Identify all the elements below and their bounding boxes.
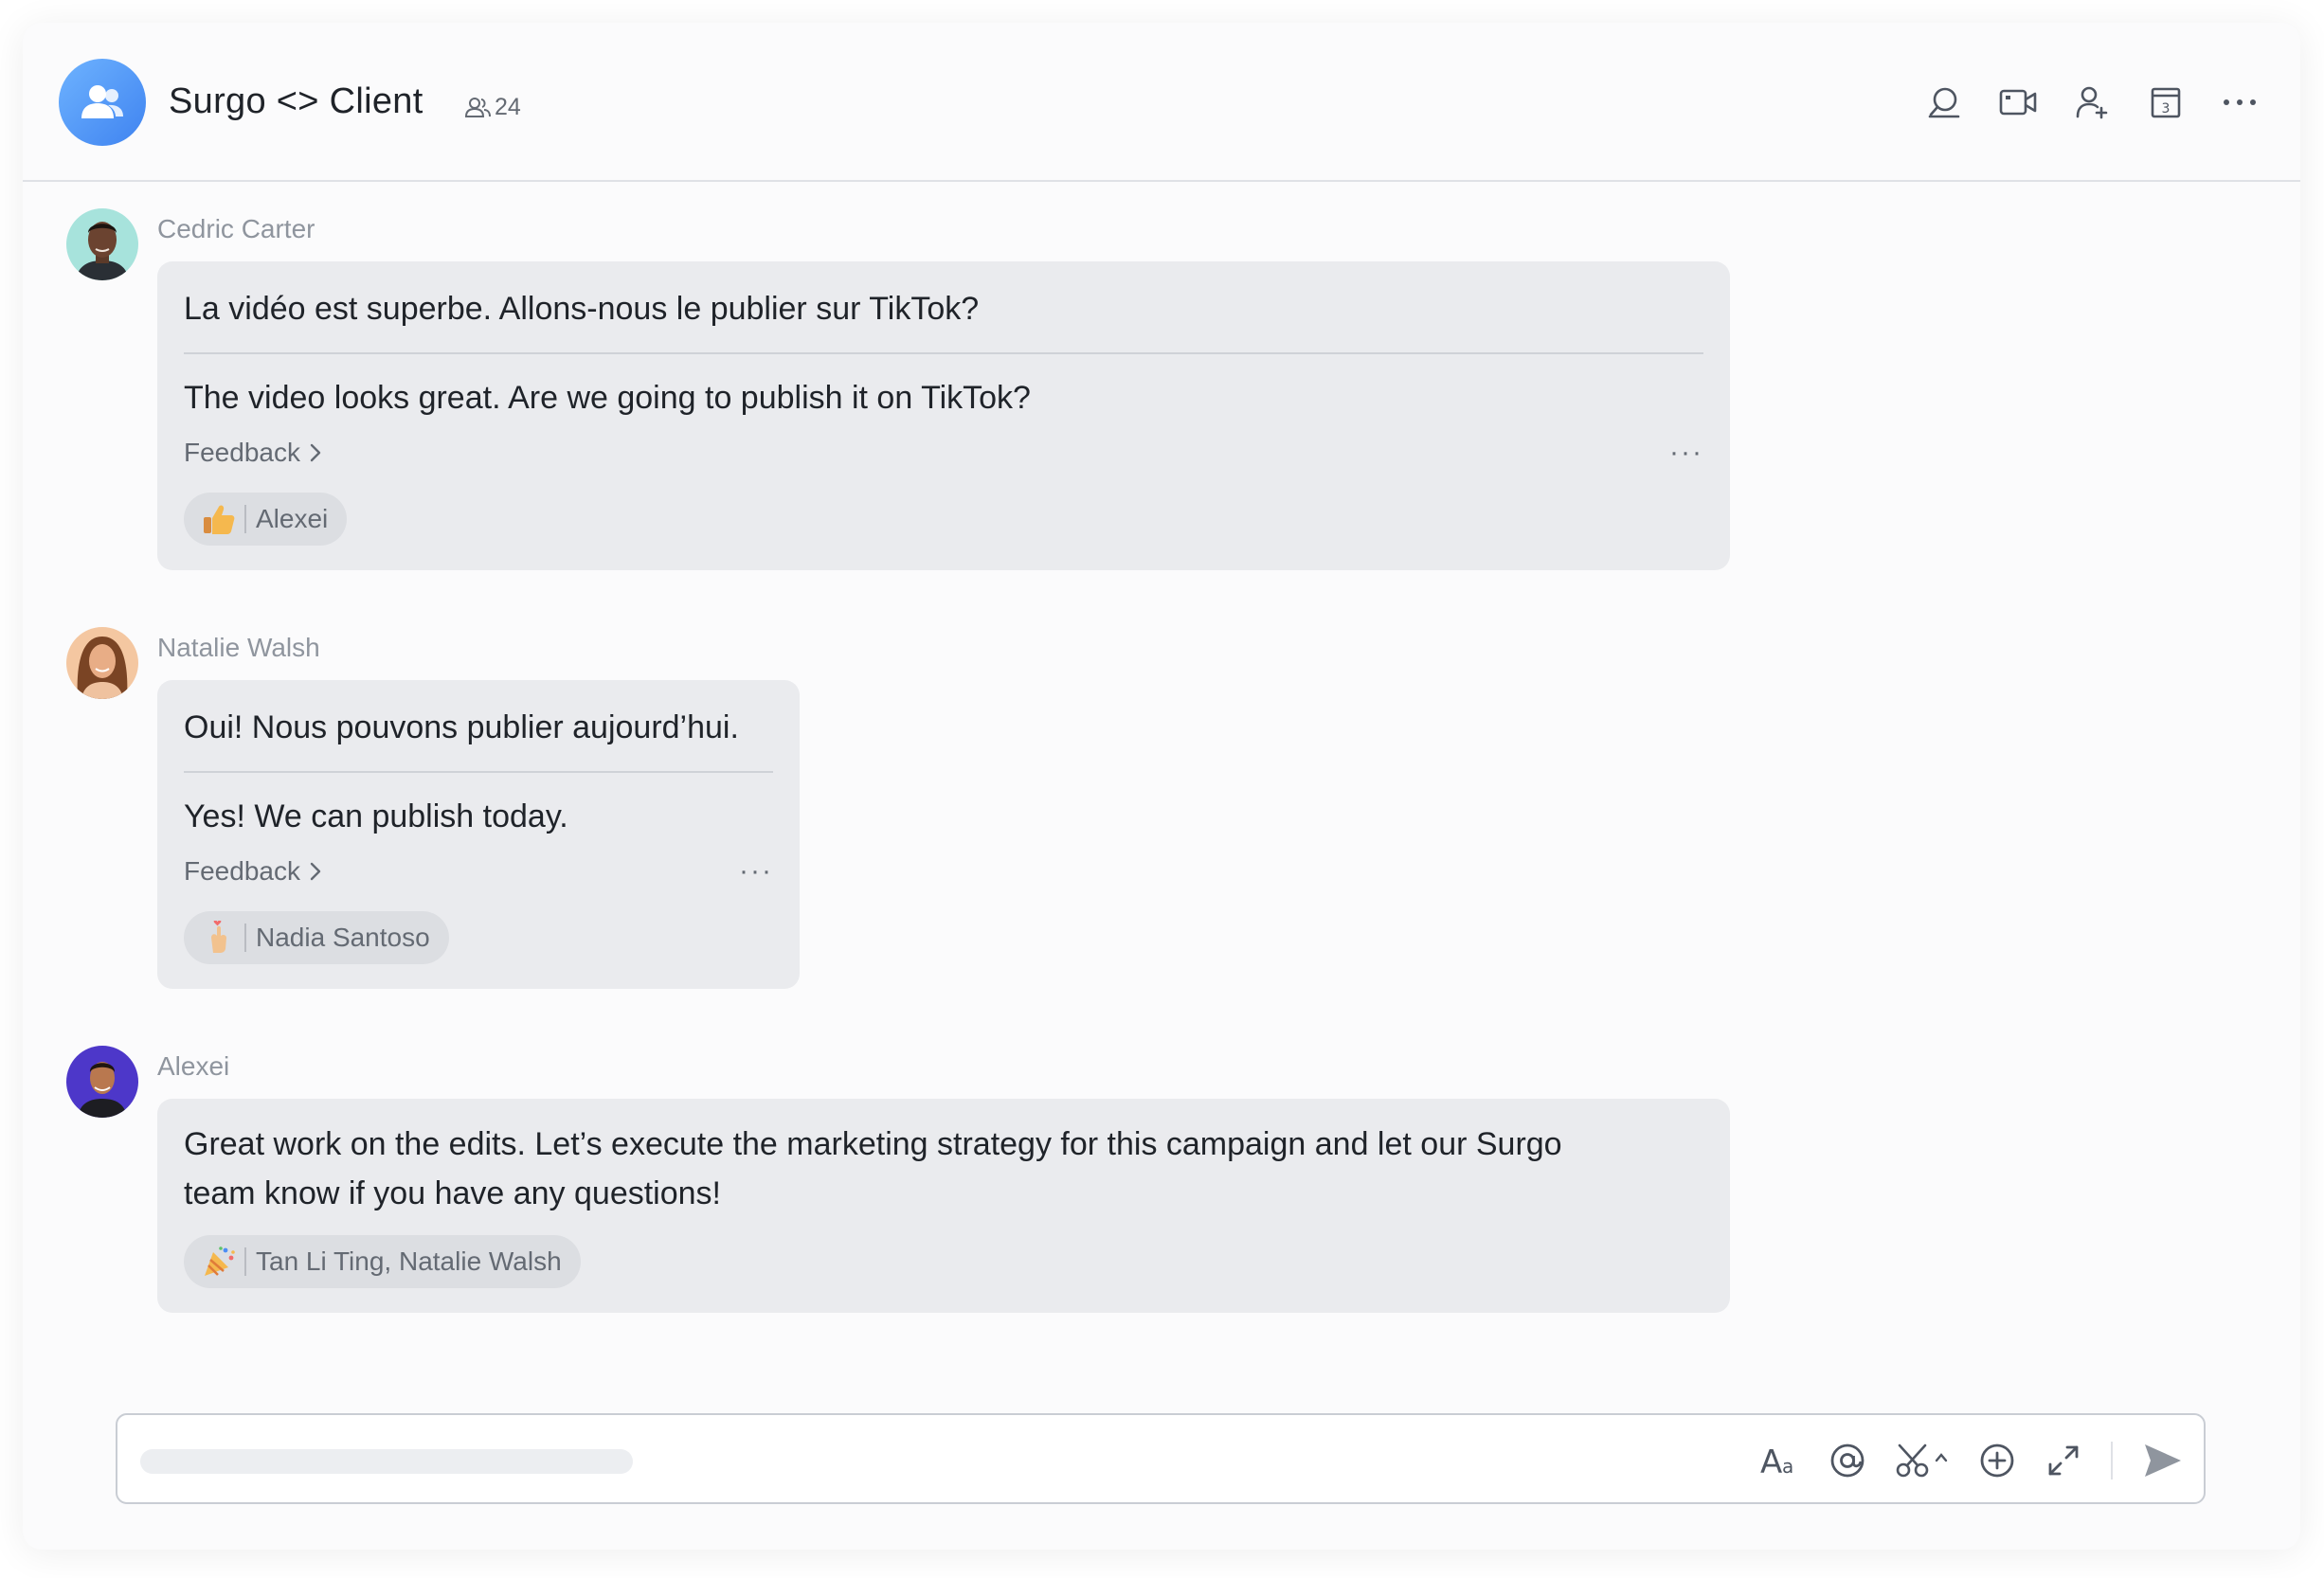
feedback-label: Feedback (184, 438, 300, 467)
calendar-button[interactable]: 3 (2147, 83, 2185, 121)
expand-button[interactable] (2045, 1438, 2082, 1483)
composer-toolbar: A a (1758, 1438, 2185, 1483)
message-text-line: Great work on the edits. Let’s execute t… (184, 1126, 1562, 1162)
feedback-row: Feedback ··· (184, 852, 773, 890)
message-bubble[interactable]: Oui! Nous pouvons publier aujourd’hui. Y… (157, 680, 800, 989)
translation-divider (184, 771, 773, 773)
svg-text:a: a (1782, 1455, 1793, 1478)
video-call-icon (1999, 89, 2037, 116)
message-bubble[interactable]: Great work on the edits. Let’s execute t… (157, 1099, 1730, 1313)
person-avatar-icon (66, 208, 138, 280)
add-member-button[interactable] (2073, 83, 2111, 121)
add-icon (1980, 1444, 2014, 1478)
sender-name[interactable]: Alexei (157, 1051, 229, 1082)
screenshot-icon (1896, 1444, 1948, 1478)
reaction-separator (244, 505, 246, 533)
reaction-separator (244, 1247, 246, 1276)
reaction-separator (244, 923, 246, 952)
add-button[interactable] (1978, 1438, 2016, 1483)
avatar[interactable] (66, 208, 138, 280)
avatar[interactable] (66, 627, 138, 699)
member-count[interactable]: 24 (464, 94, 521, 121)
message-input[interactable] (140, 1449, 633, 1474)
send-icon (2145, 1444, 2181, 1477)
group-avatar[interactable] (59, 59, 146, 146)
send-button[interactable] (2141, 1438, 2185, 1483)
reaction-users: Nadia Santoso (256, 923, 430, 952)
expand-icon (2048, 1445, 2079, 1476)
sender-name[interactable]: Cedric Carter (157, 214, 315, 244)
thumbs-up-icon (201, 501, 237, 537)
group-icon (81, 85, 123, 118)
mention-icon (1830, 1444, 1865, 1478)
message-translation-text: The video looks great. Are we going to p… (184, 380, 1031, 416)
message-translation-text: Yes! We can publish today. (184, 798, 568, 834)
reaction-chip[interactable]: Tan Li Ting, Natalie Walsh (184, 1235, 581, 1288)
feedback-link[interactable]: Feedback (184, 438, 323, 468)
message-original-text: Oui! Nous pouvons publier aujourd’hui. (184, 709, 739, 745)
finger-heart-icon (201, 920, 237, 956)
chat-header: Surgo <> Client 24 3 (23, 23, 2300, 182)
video-call-button[interactable] (1999, 83, 2037, 121)
text-format-button[interactable]: A a (1758, 1438, 1800, 1483)
chevron-right-icon (310, 443, 321, 462)
mention-button[interactable] (1829, 1438, 1866, 1483)
person-avatar-icon (66, 1046, 138, 1118)
translation-divider (184, 352, 1703, 354)
member-count-value: 24 (495, 94, 521, 120)
more-options-icon[interactable]: ··· (739, 857, 773, 886)
person-avatar-icon (66, 627, 138, 699)
more-button[interactable] (2221, 83, 2259, 121)
party-popper-icon (201, 1244, 237, 1280)
calendar-icon: 3 (2151, 87, 2181, 118)
reaction-chip[interactable]: Nadia Santoso (184, 911, 449, 964)
sender-name[interactable]: Natalie Walsh (157, 633, 320, 663)
svg-text:3: 3 (2162, 101, 2171, 117)
header-actions: 3 (1925, 83, 2259, 121)
avatar[interactable] (66, 1046, 138, 1118)
svg-text:A: A (1760, 1444, 1782, 1479)
add-member-icon (2076, 86, 2108, 119)
reaction-users: Tan Li Ting, Natalie Walsh (256, 1246, 562, 1276)
reaction-users: Alexei (256, 504, 329, 533)
feedback-row: Feedback ··· (184, 434, 1703, 472)
message-bubble[interactable]: La vidéo est superbe. Allons-nous le pub… (157, 261, 1730, 570)
more-options-icon[interactable]: ··· (1669, 439, 1703, 467)
message-text-line: team know if you have any questions! (184, 1175, 721, 1211)
text-format-icon: A a (1760, 1444, 1793, 1479)
search-button[interactable] (1925, 83, 1963, 121)
screenshot-button[interactable] (1895, 1438, 1950, 1483)
chat-title[interactable]: Surgo <> Client (169, 81, 423, 122)
members-icon (464, 97, 491, 117)
message-original-text: La vidéo est superbe. Allons-nous le pub… (184, 291, 980, 327)
reaction-chip[interactable]: Alexei (184, 493, 348, 546)
toolbar-divider (2111, 1442, 2113, 1479)
search-icon (1928, 87, 1960, 118)
chat-window: Surgo <> Client 24 3 Cedric Carter La vi… (23, 23, 2300, 1550)
feedback-label: Feedback (184, 856, 300, 886)
feedback-link[interactable]: Feedback (184, 856, 323, 887)
message-composer[interactable]: A a (116, 1413, 2206, 1504)
more-icon (2224, 99, 2256, 105)
chevron-right-icon (310, 862, 321, 881)
